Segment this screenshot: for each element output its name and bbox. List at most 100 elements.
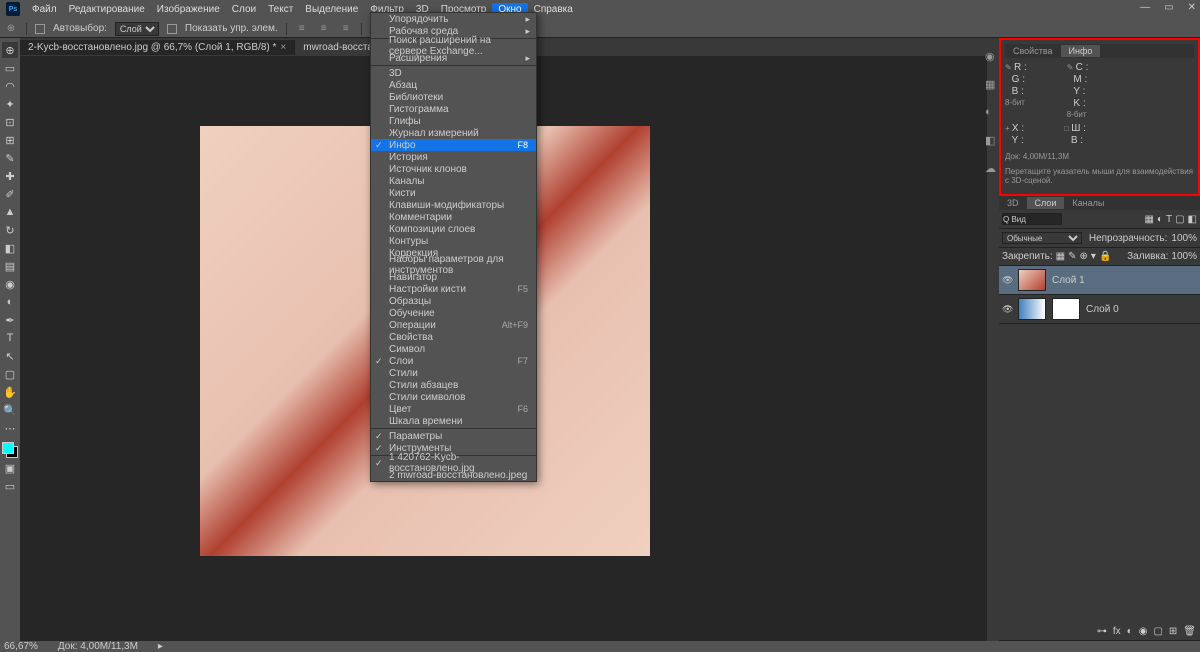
align-icon[interactable]: ≡: [295, 22, 309, 36]
menu-item[interactable]: Навигатор: [371, 271, 536, 283]
adjust-layer-icon[interactable]: ◉: [1139, 626, 1148, 637]
menu-item[interactable]: Свойства: [371, 331, 536, 343]
menu-edit[interactable]: Редактирование: [69, 4, 145, 15]
maximize-icon[interactable]: ▭: [1164, 2, 1173, 13]
frame-tool[interactable]: ⊞: [2, 132, 18, 148]
menu-item[interactable]: Обучение: [371, 307, 536, 319]
menu-item[interactable]: Комментарии: [371, 211, 536, 223]
menu-item[interactable]: ✓СлоиF7: [371, 355, 536, 367]
marquee-tool[interactable]: ▭: [2, 60, 18, 76]
healing-tool[interactable]: ✚: [2, 168, 18, 184]
layers-tab[interactable]: Слои: [1027, 197, 1065, 209]
group-icon[interactable]: ▢: [1153, 626, 1162, 637]
pen-tool[interactable]: ✒: [2, 312, 18, 328]
close-icon[interactable]: ✕: [1188, 2, 1196, 13]
fill-value[interactable]: 100%: [1171, 251, 1197, 262]
new-layer-icon[interactable]: ⊞: [1169, 626, 1177, 637]
blend-mode-dropdown[interactable]: Обычные: [1002, 232, 1082, 244]
3d-tab[interactable]: 3D: [999, 197, 1027, 209]
menu-item[interactable]: ✓ИнфоF8: [371, 139, 536, 151]
menu-item[interactable]: Источник клонов: [371, 163, 536, 175]
menu-item[interactable]: Упорядочить: [371, 13, 536, 25]
hand-tool[interactable]: ✋: [2, 384, 18, 400]
document-tab-1[interactable]: 2-Kycb-восстановлено.jpg @ 66,7% (Слой 1…: [20, 40, 295, 55]
menu-item[interactable]: Композиции слоев: [371, 223, 536, 235]
history-brush-tool[interactable]: ↻: [2, 222, 18, 238]
menu-item[interactable]: ✓Параметры: [371, 430, 536, 442]
menu-item[interactable]: Расширения: [371, 52, 536, 64]
menu-item[interactable]: История: [371, 151, 536, 163]
menu-layers[interactable]: Слои: [232, 4, 256, 15]
delete-layer-icon[interactable]: 🗑: [1183, 626, 1196, 637]
visibility-icon[interactable]: 👁: [1002, 275, 1012, 286]
menu-item[interactable]: Журнал измерений: [371, 127, 536, 139]
crop-tool[interactable]: ⊡: [2, 114, 18, 130]
autoselect-checkbox[interactable]: [35, 24, 45, 34]
gradient-tool[interactable]: ▤: [2, 258, 18, 274]
menu-item[interactable]: Гистограмма: [371, 103, 536, 115]
menu-item[interactable]: Глифы: [371, 115, 536, 127]
menu-item[interactable]: Каналы: [371, 175, 536, 187]
menu-item[interactable]: Образцы: [371, 295, 536, 307]
menu-item[interactable]: Символ: [371, 343, 536, 355]
menu-item[interactable]: Поиск расширений на сервере Exchange...: [371, 40, 536, 52]
menu-item[interactable]: Наборы параметров для инструментов: [371, 259, 536, 271]
menu-select[interactable]: Выделение: [305, 4, 358, 15]
stamp-tool[interactable]: ▲: [2, 204, 18, 220]
menu-item[interactable]: ОперацииAlt+F9: [371, 319, 536, 331]
lasso-tool[interactable]: ◠: [2, 78, 18, 94]
menu-item[interactable]: Стили символов: [371, 391, 536, 403]
type-tool[interactable]: T: [2, 330, 18, 346]
lock-position-icon[interactable]: ✎: [1068, 251, 1076, 262]
screen-mode-tool[interactable]: ▭: [2, 478, 18, 494]
mask-icon[interactable]: ◐: [1127, 626, 1133, 637]
lock-pixels-icon[interactable]: ▦: [1056, 251, 1065, 262]
menu-item[interactable]: Шкала времени: [371, 415, 536, 427]
channels-tab[interactable]: Каналы: [1064, 197, 1112, 209]
menu-item[interactable]: Абзац: [371, 79, 536, 91]
menu-text[interactable]: Текст: [268, 4, 293, 15]
menu-item[interactable]: Библиотеки: [371, 91, 536, 103]
wand-tool[interactable]: ✦: [2, 96, 18, 112]
align-icon-3[interactable]: ≡: [339, 22, 353, 36]
eyedropper-tool[interactable]: ✎: [2, 150, 18, 166]
move-tool[interactable]: ⊕: [2, 42, 18, 58]
menu-file[interactable]: Файл: [32, 4, 57, 15]
filter-smart-icon[interactable]: ◧: [1188, 214, 1197, 225]
transform-checkbox[interactable]: [167, 24, 177, 34]
shape-tool[interactable]: ▢: [2, 366, 18, 382]
align-icon-2[interactable]: ≡: [317, 22, 331, 36]
eraser-tool[interactable]: ◧: [2, 240, 18, 256]
brush-tool[interactable]: ✐: [2, 186, 18, 202]
dodge-tool[interactable]: ◐: [2, 294, 18, 310]
zoom-label[interactable]: 66,67%: [4, 641, 38, 652]
autoselect-dropdown[interactable]: Слой: [115, 22, 159, 36]
layer-name[interactable]: Слой 1: [1052, 275, 1085, 286]
filter-type-icon[interactable]: T: [1166, 214, 1172, 225]
properties-tab[interactable]: Свойства: [1005, 45, 1061, 57]
close-tab-icon[interactable]: ×: [280, 42, 286, 53]
lock-all-icon[interactable]: 🔒: [1099, 251, 1111, 262]
path-tool[interactable]: ↖: [2, 348, 18, 364]
menu-image[interactable]: Изображение: [157, 4, 220, 15]
minimize-icon[interactable]: —: [1140, 2, 1150, 13]
menu-item[interactable]: Настройки кистиF5: [371, 283, 536, 295]
link-layers-icon[interactable]: ⊶: [1097, 626, 1107, 637]
menu-item[interactable]: Стили: [371, 367, 536, 379]
layer-row-2[interactable]: 👁 Слой 0: [999, 295, 1200, 324]
layer-search[interactable]: [1002, 213, 1062, 225]
menu-item[interactable]: ЦветF6: [371, 403, 536, 415]
color-swatch[interactable]: [2, 442, 18, 458]
lock-move-icon[interactable]: ⊕: [1080, 251, 1088, 262]
edit-toolbar[interactable]: ⋯: [2, 420, 18, 436]
menu-item[interactable]: Клавиши-модификаторы: [371, 199, 536, 211]
menu-item[interactable]: Контуры: [371, 235, 536, 247]
menu-item[interactable]: ✓1 420762-Kycb-восстановлено.jpg: [371, 457, 536, 469]
info-tab[interactable]: Инфо: [1061, 45, 1101, 57]
filter-adjust-icon[interactable]: ◐: [1157, 214, 1163, 225]
layer-row-1[interactable]: 👁 Слой 1: [999, 266, 1200, 295]
visibility-icon[interactable]: 👁: [1002, 304, 1012, 315]
lock-nest-icon[interactable]: ▾: [1091, 251, 1096, 262]
quick-mask-tool[interactable]: ▣: [2, 460, 18, 476]
filter-pixel-icon[interactable]: ▦: [1144, 214, 1153, 225]
